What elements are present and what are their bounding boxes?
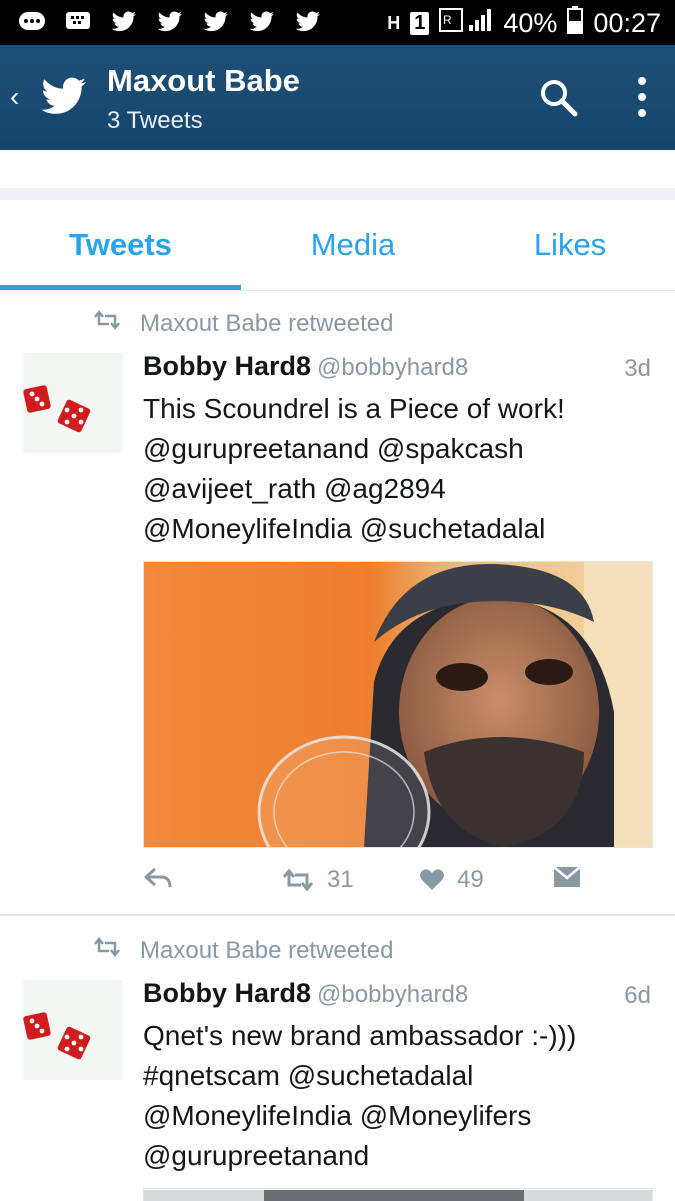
tweet-author[interactable]: Bobby Hard8 @bobbyhard8 xyxy=(143,978,468,1009)
chat-icon xyxy=(18,8,46,36)
tweet[interactable]: Maxout Babe retweeted Bobby Hard8 @bobbyh… xyxy=(0,291,675,916)
retweet-button[interactable]: 31 xyxy=(281,866,354,894)
tweet-actions: 31 49 xyxy=(143,866,653,906)
status-right: H 1 R 40% 00:27 xyxy=(387,6,661,41)
retweet-icon xyxy=(282,868,314,892)
tweet-text-line: @gurupreetanand @spakcash xyxy=(143,433,524,464)
dice-icon xyxy=(23,1012,91,1060)
twitter-icon xyxy=(202,8,230,36)
retweet-count: 31 xyxy=(327,866,354,893)
tweet-text: This Scoundrel is a Piece of work! @guru… xyxy=(143,389,653,549)
notification-icons xyxy=(18,8,322,36)
author-handle: @bobbyhard8 xyxy=(317,981,469,1008)
tab-likes[interactable]: Likes xyxy=(465,200,675,288)
reply-icon xyxy=(144,867,172,888)
tweet-media-photo[interactable] xyxy=(143,1188,653,1201)
retweet-context: Maxout Babe retweeted xyxy=(92,309,394,338)
sim-badge: 1 xyxy=(410,12,430,35)
retweeted-by-text: Maxout Babe retweeted xyxy=(140,936,394,964)
status-bar: H 1 R 40% 00:27 xyxy=(0,0,675,45)
twitter-icon xyxy=(294,8,322,36)
twitter-icon xyxy=(110,8,138,36)
tweet-text-line: #qnetscam @suchetadalal xyxy=(143,1060,474,1091)
tweet-text: Qnet's new brand ambassador :-))) #qnets… xyxy=(143,1016,653,1176)
reply-button[interactable] xyxy=(143,866,173,890)
tweet-text-line: @gurupreetanand xyxy=(143,1140,370,1171)
heart-icon xyxy=(420,869,444,890)
battery-icon xyxy=(567,6,584,41)
envelope-icon xyxy=(553,866,581,887)
like-count: 49 xyxy=(457,866,484,893)
bbm-icon xyxy=(64,8,92,36)
retweet-icon xyxy=(92,309,122,338)
twitter-icon xyxy=(248,8,276,36)
tweet-time: 3d xyxy=(624,355,651,382)
retweeted-by-text: Maxout Babe retweeted xyxy=(140,309,394,337)
tweet-text-line: @MoneylifeIndia @suchetadalal xyxy=(143,513,546,544)
twitter-icon xyxy=(156,8,184,36)
signal-icon: R xyxy=(439,7,493,40)
profile-title: Maxout Babe xyxy=(107,63,300,98)
tweet-text-line: This Scoundrel is a Piece of work! xyxy=(143,393,565,424)
dice-icon xyxy=(23,385,91,433)
author-handle: @bobbyhard8 xyxy=(317,354,469,381)
tweet-text-line: Qnet's new brand ambassador :-))) xyxy=(143,1020,577,1051)
tweet-time: 6d xyxy=(624,982,651,1009)
retweet-context: Maxout Babe retweeted xyxy=(92,936,394,965)
avatar[interactable] xyxy=(23,980,123,1080)
avatar[interactable] xyxy=(23,353,123,453)
profile-card-edge xyxy=(0,150,675,190)
active-tab-indicator xyxy=(0,285,241,290)
tweet-count: 3 Tweets xyxy=(107,107,203,134)
profile-tabs: Tweets Media Likes xyxy=(0,200,675,291)
tweet-text-line: @MoneylifeIndia @Moneylifers xyxy=(143,1100,532,1131)
direct-message-button[interactable] xyxy=(553,866,581,888)
tab-media[interactable]: Media xyxy=(241,200,465,288)
app-bar: ‹ Maxout Babe 3 Tweets xyxy=(0,45,675,150)
clock: 00:27 xyxy=(593,8,661,38)
back-button[interactable]: ‹ xyxy=(10,81,19,113)
search-icon[interactable] xyxy=(538,77,580,124)
tweet-divider xyxy=(0,914,675,916)
svg-text:R: R xyxy=(443,13,452,27)
like-button[interactable]: 49 xyxy=(419,866,484,894)
tab-tweets[interactable]: Tweets xyxy=(0,200,241,288)
retweet-icon xyxy=(92,936,122,965)
twitter-bird-icon[interactable] xyxy=(40,77,88,122)
tweet-media-photo[interactable] xyxy=(143,561,653,848)
tweet-author[interactable]: Bobby Hard8 @bobbyhard8 xyxy=(143,351,468,382)
tweet-text-line: @avijeet_rath @ag2894 xyxy=(143,473,446,504)
network-type: H xyxy=(387,13,401,33)
author-name: Bobby Hard8 xyxy=(143,978,312,1008)
battery-level: 40% xyxy=(503,8,558,38)
overflow-menu-icon[interactable] xyxy=(636,75,648,124)
tweet[interactable]: Maxout Babe retweeted Bobby Hard8 @bobbyh… xyxy=(0,918,675,1201)
section-gap xyxy=(0,188,675,200)
author-name: Bobby Hard8 xyxy=(143,351,312,381)
